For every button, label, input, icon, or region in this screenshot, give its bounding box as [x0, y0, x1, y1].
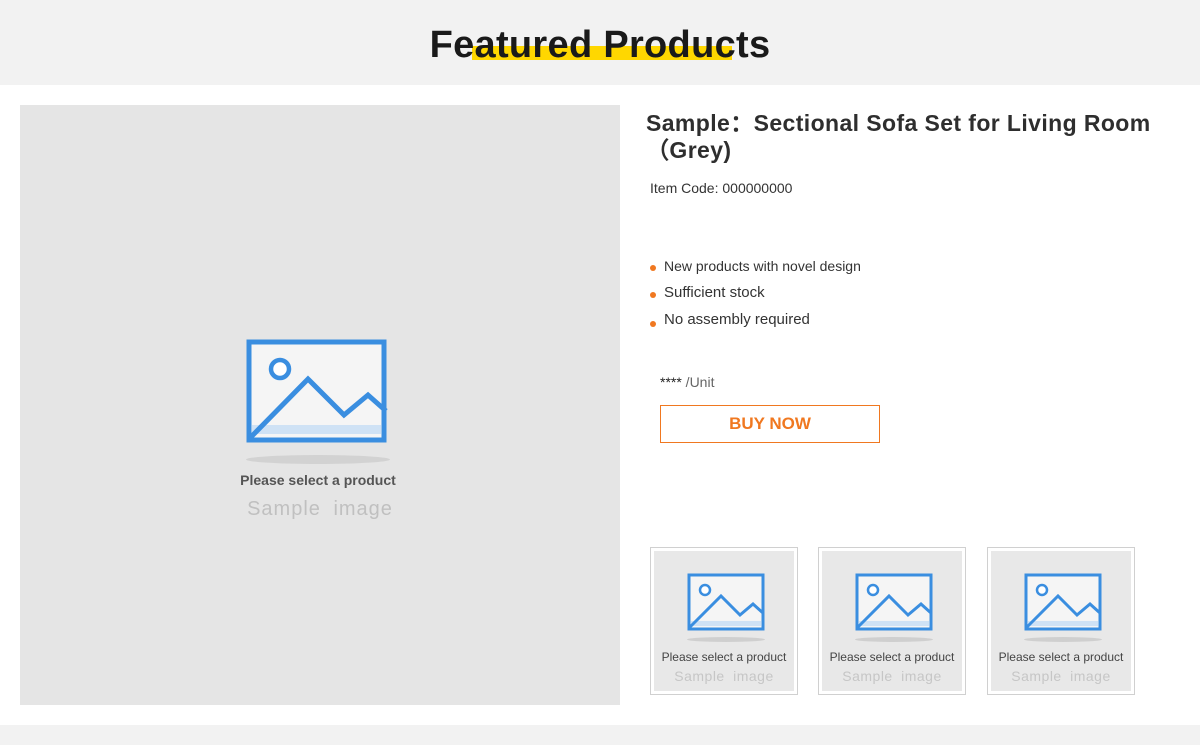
page-title: Featured Products	[429, 24, 771, 66]
price: **** /Unit	[660, 374, 714, 390]
placeholder-shadow	[687, 637, 765, 642]
product-section: Please select a product Sample image Sam…	[0, 85, 1200, 725]
feature-item: New products with novel design	[650, 257, 861, 275]
feature-list: New products with novel design Sufficien…	[650, 257, 861, 338]
thumbnail[interactable]: Please select a product Sample image	[987, 547, 1135, 695]
page-header: Featured Products	[0, 0, 1200, 85]
price-value: ****	[660, 374, 682, 390]
bullet-dot-icon	[650, 321, 656, 327]
thumbnail-caption: Please select a product	[661, 650, 787, 664]
placeholder-shadow	[246, 455, 390, 464]
feature-item: Sufficient stock	[650, 284, 861, 302]
product-info: Sample：Sectional Sofa Set for Living Roo…	[646, 110, 1186, 196]
image-placeholder-icon	[855, 573, 933, 631]
price-unit: /Unit	[681, 374, 715, 390]
thumbnail[interactable]: Please select a product Sample image	[818, 547, 966, 695]
thumbnail-caption: Please select a product	[829, 650, 955, 664]
main-product-image: Please select a product Sample image	[20, 105, 620, 705]
placeholder-shadow	[855, 637, 933, 642]
thumbnail-sample-label: Sample image	[842, 668, 942, 684]
placeholder-caption: Please select a product	[240, 472, 396, 488]
image-placeholder-icon	[687, 573, 765, 631]
product-title: Sample：Sectional Sofa Set for Living Roo…	[646, 110, 1151, 163]
image-placeholder-icon	[1024, 573, 1102, 631]
image-placeholder-icon	[246, 339, 388, 443]
feature-item: No assembly required	[650, 311, 861, 329]
thumbnail-sample-label: Sample image	[1011, 668, 1111, 684]
thumbnail-caption: Please select a product	[998, 650, 1124, 664]
placeholder-shadow	[1024, 637, 1102, 642]
item-code: Item Code: 000000000	[650, 180, 793, 196]
thumbnail[interactable]: Please select a product Sample image	[650, 547, 798, 695]
bullet-dot-icon	[650, 265, 656, 271]
bullet-dot-icon	[650, 292, 656, 298]
thumbnail-sample-label: Sample image	[674, 668, 774, 684]
buy-now-button[interactable]: BUY NOW	[660, 405, 880, 443]
placeholder-sample-label: Sample image	[247, 498, 393, 520]
